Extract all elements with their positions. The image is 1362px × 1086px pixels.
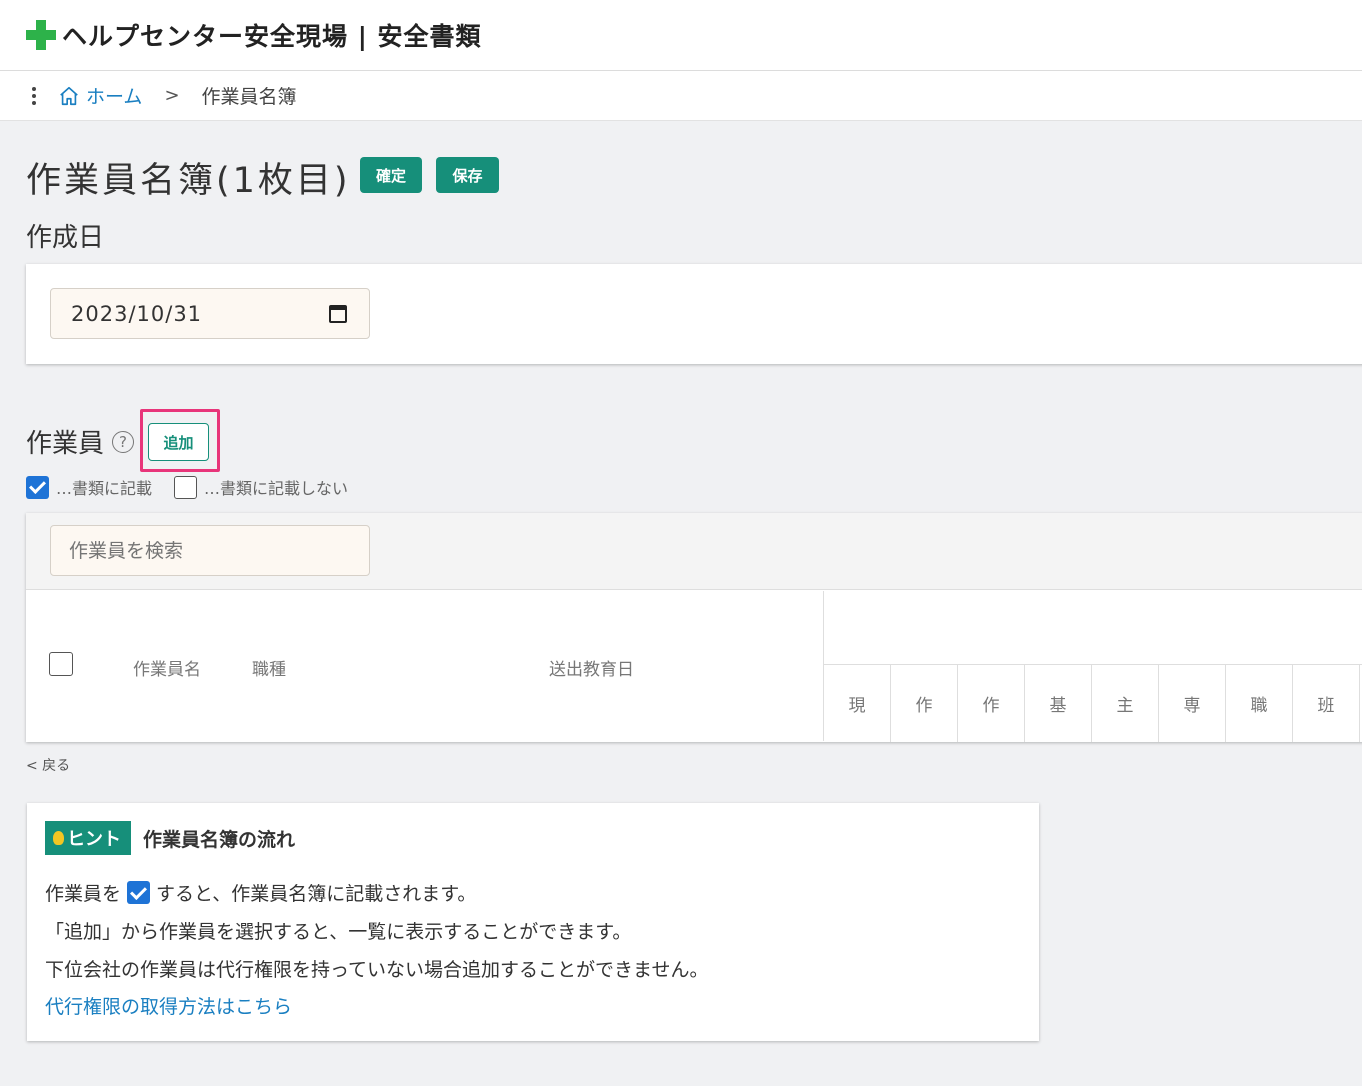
calendar-icon[interactable]: [329, 305, 347, 323]
date-card: 2023/10/31: [26, 264, 1362, 364]
include-checkbox-label: …書類に記載: [56, 479, 153, 498]
breadcrumb-current: 作業員名簿: [201, 86, 297, 108]
breadcrumb-home-label: ホーム: [86, 86, 143, 108]
created-date-value: 2023/10/31: [71, 301, 203, 326]
include-checkbox[interactable]: [26, 475, 49, 499]
breadcrumb-home-link[interactable]: ホーム: [58, 82, 142, 109]
worker-table: 作業員名 職種 送出教育日 現 作 作 基 主 専 職 班: [26, 513, 1362, 742]
qualification-column-header: 作: [891, 665, 958, 742]
back-link[interactable]: < 戻る: [26, 755, 70, 775]
confirm-button[interactable]: 確定: [360, 157, 422, 193]
page-title: 作業員名簿(1枚目): [26, 161, 351, 201]
qualification-column-header: 職: [1226, 665, 1293, 742]
column-header-name[interactable]: 作業員名: [133, 655, 201, 680]
inline-checkbox-icon: [127, 881, 151, 904]
worker-section-label: 作業員 ?: [26, 423, 135, 460]
created-date-input[interactable]: 2023/10/31: [50, 288, 370, 339]
qualification-column-header: 基: [1025, 665, 1092, 742]
hint-line-1: 作業員を すると、作業員名簿に記載されます。: [45, 879, 476, 906]
hint-title: 作業員名簿の流れ: [143, 829, 296, 851]
qualification-header: 現 作 作 基 主 専 職 班: [823, 591, 1362, 742]
hint-line-1-after: すると、作業員名簿に記載されます。: [156, 883, 477, 905]
table-search-bar: [26, 513, 1362, 590]
breadcrumb: ホーム > 作業員名簿: [0, 71, 1362, 121]
help-icon[interactable]: ?: [112, 430, 135, 453]
lightbulb-icon: [53, 831, 64, 845]
hint-badge: ヒント: [45, 821, 131, 855]
save-button[interactable]: 保存: [436, 157, 499, 193]
proxy-permission-help-link[interactable]: 代行権限の取得方法はこちら: [45, 992, 292, 1019]
qualification-column-header: 専: [1159, 665, 1226, 742]
breadcrumb-separator: >: [164, 85, 180, 106]
hint-line-3: 下位会社の作業員は代行権限を持っていない場合追加することができません。: [45, 959, 709, 981]
hint-card: ヒント 作業員名簿の流れ 作業員を すると、作業員名簿に記載されます。 「追加」…: [27, 803, 1039, 1041]
qualification-header-row: 現 作 作 基 主 専 職 班: [824, 664, 1362, 742]
exclude-checkbox-label: …書類に記載しない: [204, 479, 349, 498]
table-header: 作業員名 職種 送出教育日: [26, 591, 823, 741]
column-header-job[interactable]: 職種: [252, 655, 286, 680]
kebab-menu-icon[interactable]: [26, 86, 42, 105]
qualification-column-header: 作: [958, 665, 1025, 742]
qualification-column-header: 主: [1092, 665, 1159, 742]
worker-label: 作業員: [26, 429, 105, 459]
created-date-label: 作成日: [26, 223, 105, 253]
column-header-education-date[interactable]: 送出教育日: [549, 655, 634, 680]
qualification-column-header: 班: [1293, 665, 1360, 742]
app-header: ヘルプセンター安全現場 | 安全書類: [0, 0, 1362, 71]
logo-cross-icon: [26, 20, 56, 50]
hint-line-1-before: 作業員を: [45, 883, 122, 905]
filter-checkboxes: …書類に記載 …書類に記載しない: [26, 475, 370, 499]
worker-search-input[interactable]: [50, 525, 370, 576]
qualification-column-header: 現: [824, 665, 891, 742]
add-worker-button[interactable]: 追加: [148, 423, 209, 461]
select-all-checkbox[interactable]: [49, 652, 73, 676]
app-title: ヘルプセンター安全現場 | 安全書類: [62, 22, 482, 51]
exclude-checkbox[interactable]: [174, 475, 198, 499]
hint-line-2: 「追加」から作業員を選択すると、一覧に表示することができます。: [45, 921, 632, 943]
home-icon: [60, 86, 78, 105]
hint-badge-label: ヒント: [67, 829, 121, 850]
